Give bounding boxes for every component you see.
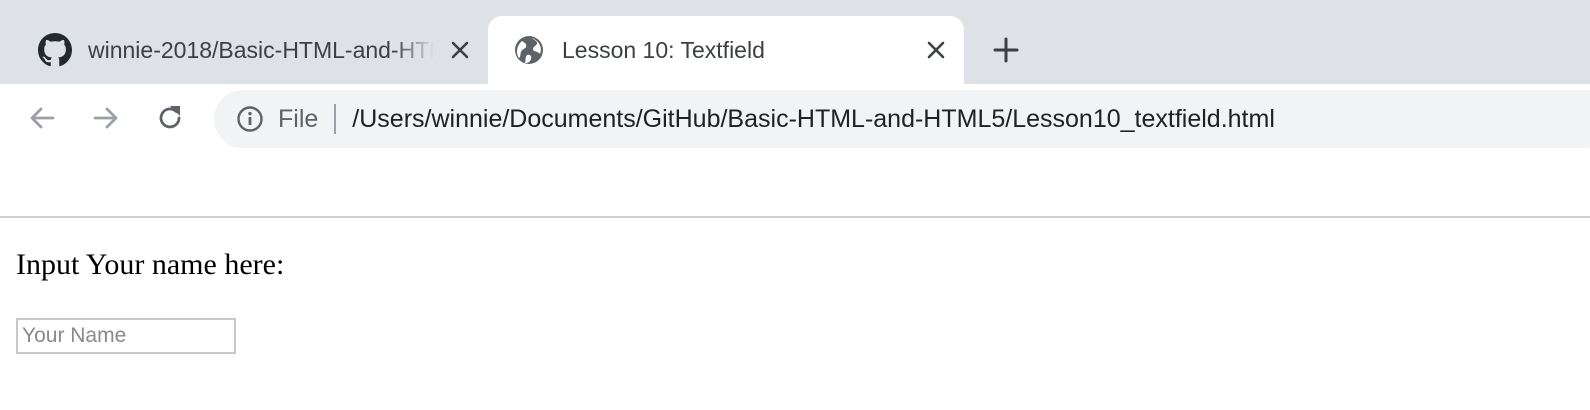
tab-strip: winnie-2018/Basic-HTML-and-HTML5 Lesson … <box>0 0 1590 84</box>
site-info-icon[interactable] <box>234 103 266 135</box>
reload-icon <box>159 106 181 129</box>
address-bar[interactable]: File /Users/winnie/Documents/GitHub/Basi… <box>214 90 1590 148</box>
tab-lesson-10[interactable]: Lesson 10: Textfield <box>488 16 964 84</box>
forward-button[interactable] <box>84 96 128 140</box>
close-tab-icon[interactable] <box>442 32 478 68</box>
browser-toolbar: File /Users/winnie/Documents/GitHub/Basi… <box>0 84 1590 152</box>
tab-title: winnie-2018/Basic-HTML-and-HTML5 <box>88 36 434 63</box>
close-tab-icon[interactable] <box>918 32 954 68</box>
page-divider <box>0 216 1590 218</box>
github-icon <box>38 33 72 67</box>
reload-button[interactable] <box>148 96 192 140</box>
name-prompt-label: Input Your name here: <box>16 248 285 281</box>
name-input[interactable] <box>16 318 236 354</box>
omnibox-separator <box>334 104 337 134</box>
url-scheme-label: File <box>278 104 319 133</box>
globe-icon <box>512 33 546 67</box>
back-button[interactable] <box>20 96 64 140</box>
tab-github-repo[interactable]: winnie-2018/Basic-HTML-and-HTML5 <box>0 16 488 84</box>
new-tab-button[interactable] <box>986 30 1026 70</box>
plus-icon <box>993 37 1019 63</box>
page-content: Input Your name here: <box>16 248 285 354</box>
tab-title: Lesson 10: Textfield <box>562 36 765 63</box>
url-text[interactable]: /Users/winnie/Documents/GitHub/Basic-HTM… <box>352 105 1275 134</box>
forward-arrow-icon <box>93 107 118 129</box>
back-arrow-icon <box>30 107 55 129</box>
